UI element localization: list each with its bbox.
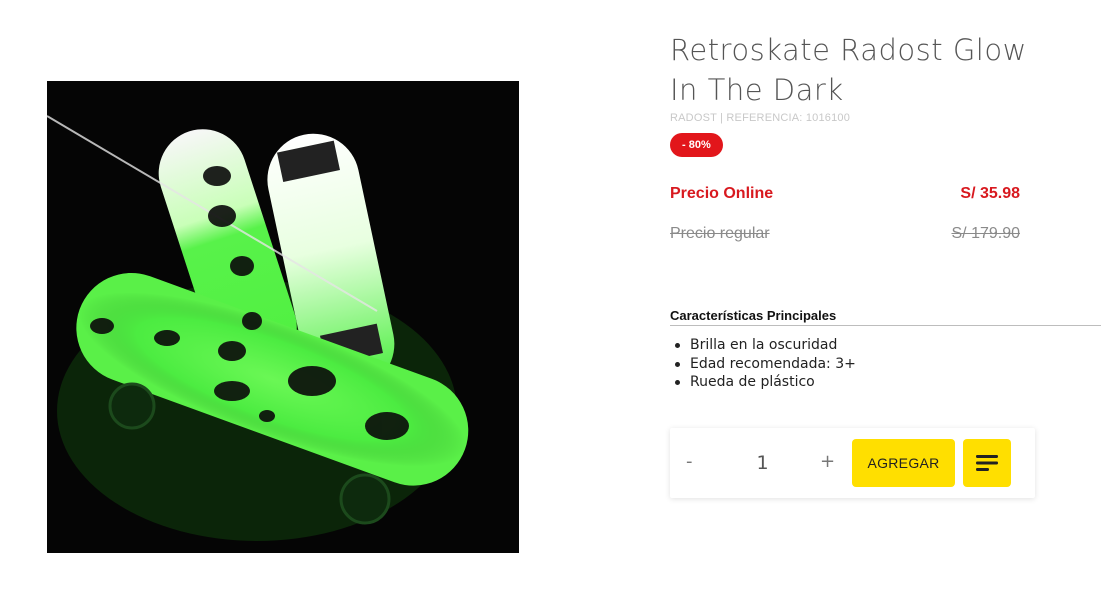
quantity-input[interactable]: 1 bbox=[730, 452, 795, 474]
product-image bbox=[47, 81, 519, 553]
quantity-increase-button[interactable]: + bbox=[820, 452, 835, 472]
feature-item: Edad recomendada: 3+ bbox=[670, 355, 856, 374]
add-to-cart-box: - 1 + AGREGAR bbox=[670, 428, 1035, 498]
product-title: Retroskate Radost Glow In The Dark bbox=[670, 33, 1027, 107]
list-icon bbox=[976, 455, 998, 471]
add-to-cart-button[interactable]: AGREGAR bbox=[852, 439, 955, 487]
features-list: Brilla en la oscuridad Edad recomendada:… bbox=[670, 336, 856, 392]
regular-price-value: S/ 179.90 bbox=[951, 225, 1021, 242]
product-meta: RADOST | REFERENCIA: 1016100 bbox=[670, 112, 851, 124]
product-photo bbox=[47, 81, 519, 553]
online-price-label: Precio Online bbox=[670, 185, 774, 202]
list-button[interactable] bbox=[963, 439, 1011, 487]
regular-price-label: Precio regular bbox=[670, 225, 770, 242]
feature-item: Brilla en la oscuridad bbox=[670, 336, 856, 355]
online-price-row: Precio Online S/ 35.98 bbox=[670, 185, 1020, 203]
regular-price-row: Precio regular S/ 179.90 bbox=[670, 225, 1020, 243]
discount-badge: - 80% bbox=[670, 133, 723, 157]
online-price-value: S/ 35.98 bbox=[960, 185, 1020, 202]
features-title: Características Principales bbox=[670, 308, 1101, 326]
product-info: Retroskate Radost Glow In The Dark RADOS… bbox=[670, 30, 1101, 498]
feature-item: Rueda de plástico bbox=[670, 373, 856, 392]
quantity-decrease-button[interactable]: - bbox=[686, 452, 693, 472]
